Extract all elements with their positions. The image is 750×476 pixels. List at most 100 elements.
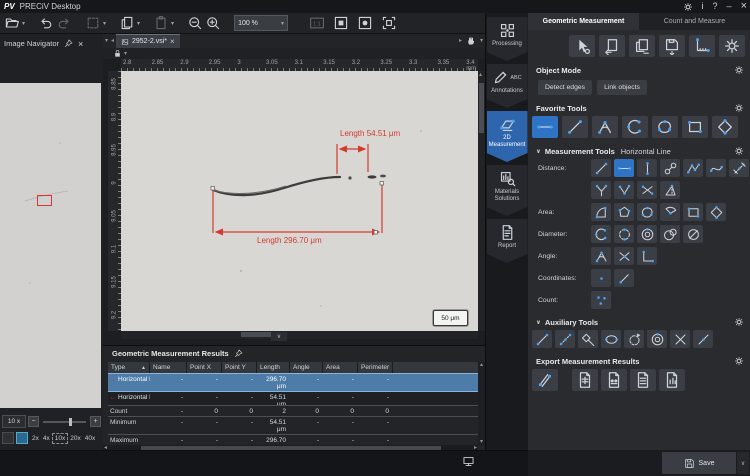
column-header-point-x[interactable]: Point X — [187, 362, 222, 373]
tool-closed-spline[interactable] — [652, 116, 678, 138]
fit-zone-icon[interactable] — [357, 15, 373, 31]
tool-ruler-corner[interactable] — [689, 35, 715, 57]
column-header-point-y[interactable]: Point Y — [222, 362, 257, 373]
save-button[interactable]: Save — [662, 452, 736, 474]
measurement-label-54[interactable]: Length 54.51 μm — [340, 129, 400, 138]
pin-icon[interactable] — [64, 39, 73, 48]
info-button[interactable]: i — [702, 2, 704, 11]
tool-circle-3point[interactable] — [622, 116, 648, 138]
tool-line-plain[interactable] — [693, 330, 713, 348]
tool-curve[interactable] — [706, 159, 726, 177]
tool-concentric-circles[interactable] — [637, 225, 657, 243]
paste-icon[interactable] — [153, 15, 169, 31]
tool-angle-3point[interactable] — [592, 116, 618, 138]
tool-circle-line[interactable] — [683, 225, 703, 243]
export-gear-icon[interactable] — [734, 356, 744, 366]
horizontal-scrollbar[interactable] — [121, 331, 478, 339]
magnification-40x[interactable]: 40x — [83, 434, 97, 443]
tool-concentric-circles[interactable] — [647, 330, 667, 348]
zoom-level-select[interactable]: 100 % ▾ — [234, 15, 288, 31]
view-options-dropdown-icon[interactable]: ▾ — [480, 38, 483, 44]
strip-item-report[interactable]: Report — [487, 219, 528, 263]
zoom-out-icon[interactable] — [187, 15, 203, 31]
image-canvas[interactable]: Length 296.70 μm Length 54.51 μm 50 μm — [121, 71, 478, 331]
tool-polyline[interactable] — [683, 159, 703, 177]
column-header-area[interactable]: Area — [323, 362, 358, 373]
fit-to-window-icon[interactable] — [333, 15, 349, 31]
tool-line[interactable] — [532, 330, 552, 348]
results-vscrollbar[interactable]: ▴ ▾ — [478, 362, 485, 445]
collapse-auxiliary-icon[interactable]: ∨ — [536, 319, 541, 326]
tab-scroll-right-icon[interactable]: ▸ — [459, 38, 462, 44]
selection-marquee-icon[interactable] — [85, 15, 101, 31]
tool-rectangle[interactable] — [683, 203, 703, 221]
tool-gear-circle[interactable] — [719, 35, 745, 57]
navigator-thumbnail[interactable] — [0, 83, 101, 408]
close-button[interactable]: × — [741, 2, 747, 11]
tool-line[interactable] — [562, 116, 588, 138]
tool-horizontal-line[interactable] — [614, 159, 634, 177]
lock-icon[interactable] — [113, 49, 122, 58]
strip-item-annotations[interactable]: ABCAnnotations — [487, 64, 528, 108]
lock-dropdown-icon[interactable]: ▾ — [124, 51, 127, 57]
zoom-slider[interactable] — [43, 421, 86, 423]
magnification-20x[interactable]: 20x — [68, 434, 82, 443]
object-mode-gear-icon[interactable] — [734, 65, 744, 75]
tool-vertical-line[interactable] — [637, 159, 657, 177]
tool-diamond[interactable] — [712, 116, 738, 138]
tool-count-points[interactable] — [591, 291, 611, 309]
tool-circle-3point[interactable] — [591, 225, 611, 243]
tool-doc-lines[interactable] — [630, 369, 656, 391]
tab-scroll-down-icon[interactable]: ▾ — [105, 38, 108, 44]
save-dropdown-icon[interactable]: ∨ — [737, 452, 749, 474]
tool-calibrated-line[interactable] — [729, 159, 749, 177]
column-header-name[interactable]: Name — [150, 362, 187, 373]
overview-mode-button[interactable] — [2, 432, 14, 444]
navigator-zoom-value[interactable]: 10 x — [2, 415, 26, 428]
column-header-type[interactable]: Type▲ — [108, 362, 150, 373]
magnification-10x[interactable]: 10x — [52, 433, 68, 444]
tab-geometric-measurement[interactable]: Geometric Measurement — [528, 13, 639, 30]
measurement-tools-gear-icon[interactable] — [734, 146, 744, 156]
zoom-in-icon[interactable] — [205, 15, 221, 31]
copy-icon[interactable] — [119, 15, 135, 31]
copy-dropdown[interactable]: ▾ — [137, 20, 140, 27]
results-pin-icon[interactable] — [234, 349, 243, 358]
tool-sector[interactable] — [660, 203, 680, 221]
zoom-plus-button[interactable]: + — [90, 416, 101, 427]
undo-icon[interactable] — [38, 15, 54, 31]
tool-closed-spline[interactable] — [637, 203, 657, 221]
tool-load-doc[interactable] — [599, 35, 625, 57]
pan-hand-icon[interactable] — [466, 36, 476, 46]
strip-item-materials-solutions[interactable]: MaterialsSolutions — [487, 165, 528, 216]
redo-icon[interactable] — [56, 15, 72, 31]
tool-doc-chart[interactable] — [659, 369, 685, 391]
tab-count-and-measure[interactable]: Count and Measure — [639, 13, 750, 30]
tool-point[interactable] — [591, 269, 611, 287]
paste-dropdown[interactable]: ▾ — [171, 20, 174, 27]
measurement-label-296[interactable]: Length 296.70 μm — [257, 236, 322, 245]
collapse-measurement-icon[interactable]: ∨ — [536, 148, 541, 155]
tool-cross[interactable] — [670, 330, 690, 348]
tool-line[interactable] — [591, 159, 611, 177]
column-header-perimeter[interactable]: Perimeter — [358, 362, 393, 373]
open-file-icon[interactable] — [4, 15, 20, 31]
actual-size-icon[interactable]: 1:1 — [309, 15, 325, 31]
collapse-results-button[interactable]: ∨ — [271, 332, 287, 341]
open-file-dropdown[interactable]: ▾ — [22, 20, 25, 27]
vertical-scrollbar[interactable]: ▴ — [478, 71, 485, 331]
tool-diamond-line[interactable] — [578, 330, 598, 348]
tool-angle-4point[interactable] — [614, 247, 634, 265]
zoom-slider-handle[interactable] — [69, 418, 72, 426]
tool-v-distance[interactable] — [614, 181, 634, 199]
tool-dashed-circle-arrow[interactable] — [624, 330, 644, 348]
tool-diamond[interactable] — [706, 203, 726, 221]
favorite-tools-gear-icon[interactable] — [734, 103, 744, 113]
tool-doc-csv[interactable] — [601, 369, 627, 391]
fullscreen-icon[interactable] — [381, 15, 397, 31]
tool-y-distance[interactable] — [591, 181, 611, 199]
tool-save-doc[interactable] — [659, 35, 685, 57]
tool-angle-perpendicular[interactable] — [637, 247, 657, 265]
column-header-length[interactable]: Length — [257, 362, 290, 373]
tool-rectangle[interactable] — [682, 116, 708, 138]
